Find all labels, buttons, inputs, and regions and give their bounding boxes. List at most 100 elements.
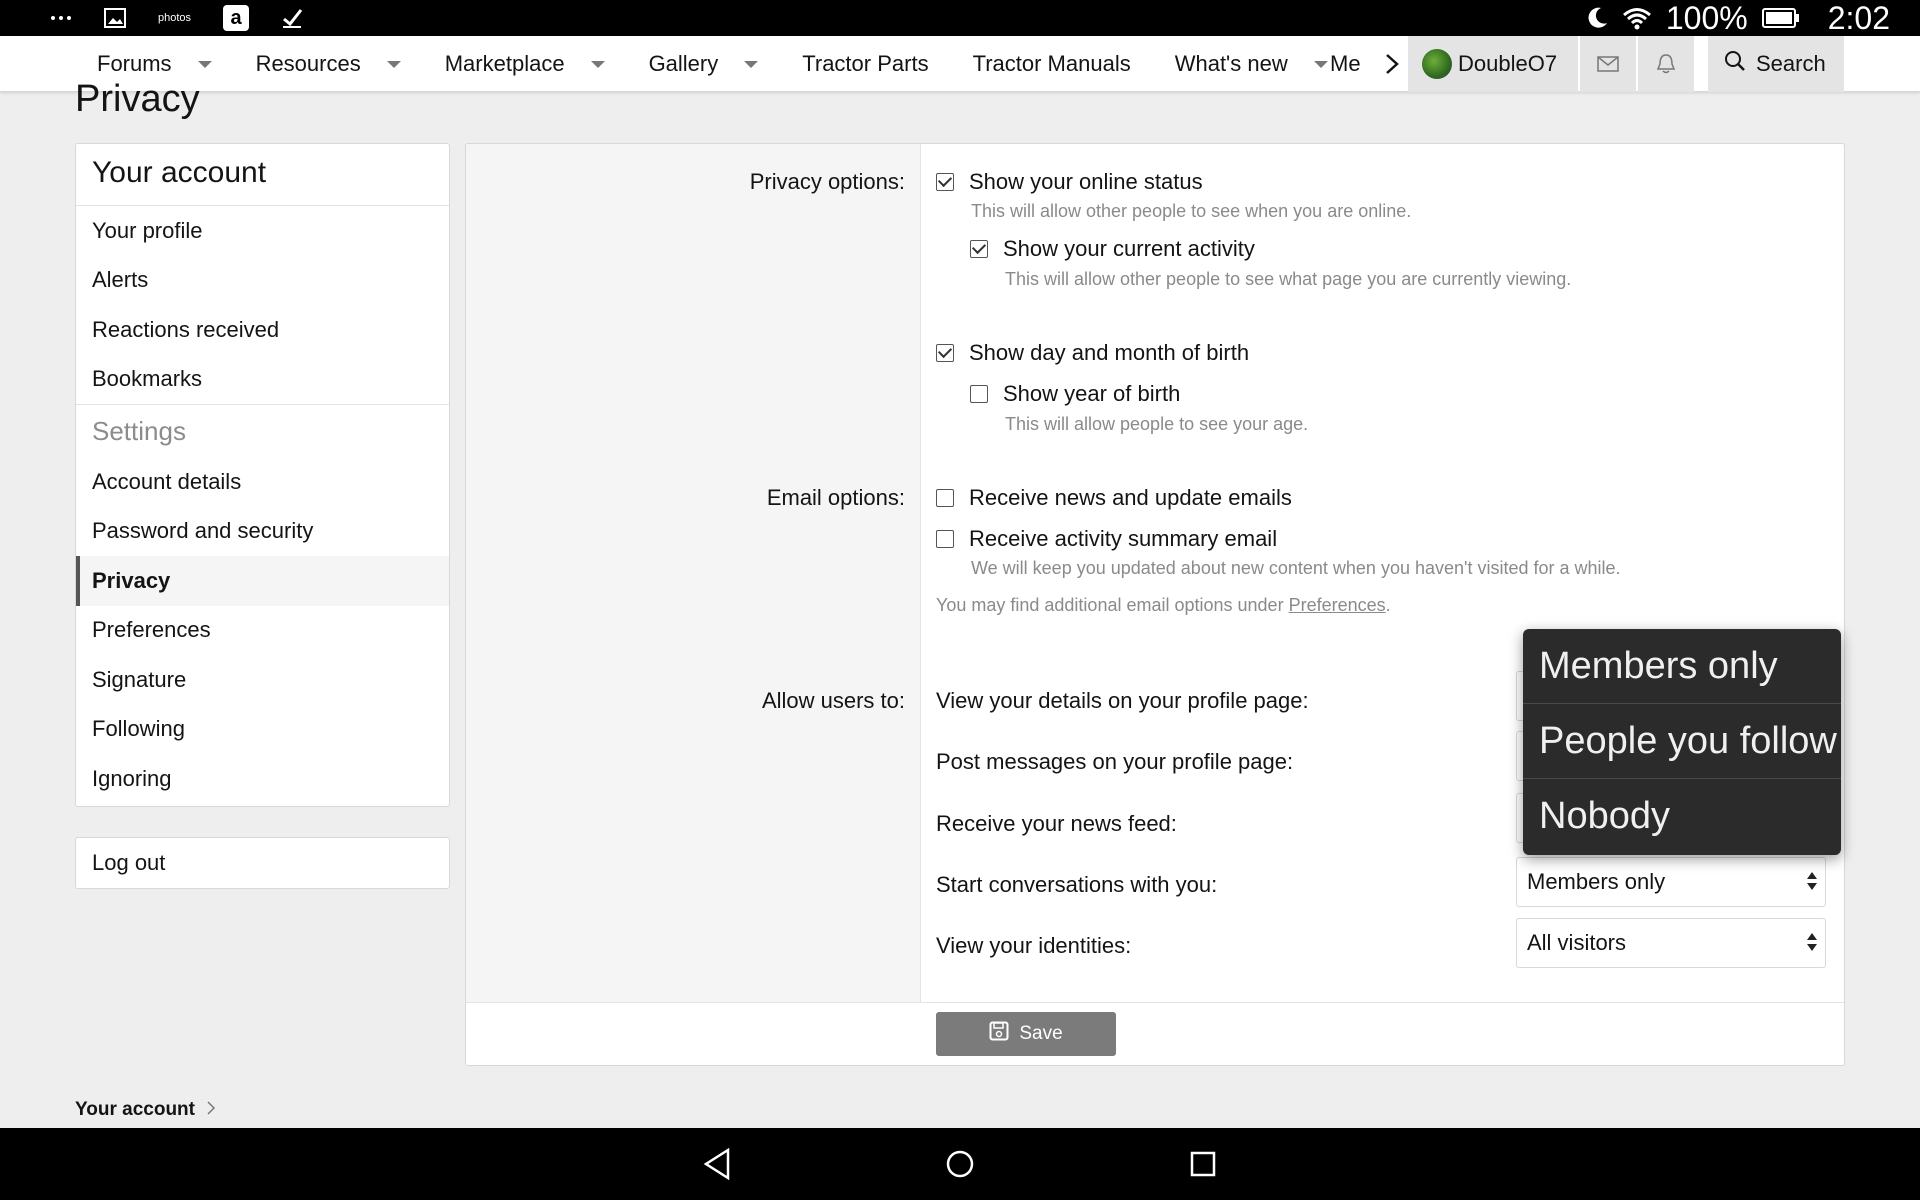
search-button[interactable]: Search bbox=[1708, 36, 1844, 92]
nav-item-label: Tractor Manuals bbox=[972, 51, 1131, 76]
privacy-options-label: Privacy options: bbox=[749, 169, 905, 194]
top-nav: Forums Resources Marketplace Gallery Tractor… bbox=[0, 36, 1920, 92]
save-label: Save bbox=[1019, 1023, 1063, 1044]
caret-down-icon[interactable] bbox=[1313, 60, 1328, 68]
sidebar-item-signature[interactable]: Signature bbox=[76, 655, 449, 705]
search-icon bbox=[1724, 50, 1746, 78]
option-show-online-status[interactable]: Show your online status bbox=[936, 169, 1203, 195]
photos-icon: photos bbox=[158, 12, 192, 24]
save-icon bbox=[989, 1021, 1009, 1047]
user-menu-button[interactable]: DoubleO7 bbox=[1408, 36, 1578, 92]
checkbox[interactable] bbox=[970, 385, 988, 403]
sidebar-item-privacy[interactable]: Privacy bbox=[76, 556, 449, 606]
search-label: Search bbox=[1756, 51, 1826, 76]
sidebar-item-reactions-received[interactable]: Reactions received bbox=[76, 305, 449, 355]
option-hint: This will allow people to see your age. bbox=[1005, 414, 1309, 434]
sidebar-item-ignoring[interactable]: Ignoring bbox=[76, 754, 449, 804]
option-activity-summary-email[interactable]: Receive activity summary email bbox=[936, 526, 1277, 552]
allow-users-label: Allow users to: bbox=[761, 688, 905, 713]
sidebar-item-bookmarks[interactable]: Bookmarks bbox=[76, 355, 449, 405]
nav-item-label: Resources bbox=[255, 51, 361, 76]
sidebar-item-following[interactable]: Following bbox=[76, 705, 449, 755]
home-icon[interactable] bbox=[942, 1146, 978, 1182]
select-view-identities[interactable]: All visitors bbox=[1516, 918, 1826, 968]
allow-row-label: Start conversations with you: bbox=[936, 872, 1218, 897]
check-icon bbox=[281, 7, 303, 29]
nav-items: Forums Resources Marketplace Gallery Tractor… bbox=[97, 36, 1372, 92]
battery-percent: 100% bbox=[1665, 0, 1748, 36]
form-footer: Save bbox=[466, 1002, 1844, 1065]
select-value: All visitors bbox=[1527, 930, 1627, 955]
select-start-conversations[interactable]: Members only bbox=[1516, 857, 1826, 907]
dropdown-option-people-you-follow[interactable]: People you follow bbox=[1523, 704, 1841, 779]
page-title: Privacy bbox=[75, 78, 200, 120]
nav-item-tractor-manuals[interactable]: Tractor Manuals bbox=[973, 36, 1131, 92]
wifi-icon bbox=[1622, 6, 1652, 30]
option-show-year-birth[interactable]: Show year of birth bbox=[970, 381, 1180, 407]
nav-more-item[interactable]: Me bbox=[1330, 36, 1370, 92]
option-label: Receive activity summary email bbox=[969, 526, 1278, 551]
checkbox[interactable] bbox=[970, 240, 988, 258]
recents-icon[interactable] bbox=[1185, 1146, 1221, 1182]
mail-icon[interactable] bbox=[1580, 36, 1636, 92]
sidebar-settings-header: Settings bbox=[76, 404, 449, 457]
option-hint: This will allow other people to see when… bbox=[971, 201, 1412, 221]
nav-item-tractor-parts[interactable]: Tractor Parts bbox=[802, 36, 928, 92]
bell-icon[interactable] bbox=[1638, 36, 1694, 92]
checkbox[interactable] bbox=[936, 173, 954, 191]
amazon-icon: a bbox=[223, 5, 250, 31]
option-news-emails[interactable]: Receive news and update emails bbox=[936, 485, 1292, 511]
checkbox[interactable] bbox=[936, 489, 954, 507]
back-icon[interactable] bbox=[700, 1146, 736, 1182]
checkbox[interactable] bbox=[936, 530, 954, 548]
sidebar-item-preferences[interactable]: Preferences bbox=[76, 606, 449, 656]
option-label: Show year of birth bbox=[1003, 381, 1181, 406]
preferences-link[interactable]: Preferences bbox=[1289, 595, 1386, 615]
status-bar: photos a 100% 2:02 bbox=[0, 0, 1920, 36]
caret-down-icon[interactable] bbox=[197, 60, 212, 68]
caret-down-icon[interactable] bbox=[386, 60, 401, 68]
option-show-day-month-birth[interactable]: Show day and month of birth bbox=[936, 340, 1249, 366]
logout-link[interactable]: Log out bbox=[75, 837, 450, 889]
email-note-suffix: . bbox=[1385, 595, 1391, 615]
account-sidebar: Your account Your profile Alerts Reactions… bbox=[75, 143, 450, 807]
nav-scroll-right-icon[interactable] bbox=[1378, 36, 1406, 92]
breadcrumb[interactable]: Your account bbox=[75, 1099, 216, 1121]
option-show-current-activity[interactable]: Show your current activity bbox=[970, 236, 1255, 262]
gallery-icon bbox=[104, 8, 126, 28]
android-nav-bar bbox=[0, 1128, 1920, 1200]
caret-down-icon[interactable] bbox=[590, 60, 605, 68]
sidebar-item-alerts[interactable]: Alerts bbox=[76, 256, 449, 306]
caret-down-icon[interactable] bbox=[744, 60, 759, 68]
allow-row-label: Post messages on your profile page: bbox=[936, 749, 1294, 774]
nav-item-marketplace[interactable]: Marketplace bbox=[445, 36, 605, 92]
nav-item-gallery[interactable]: Gallery bbox=[649, 36, 759, 92]
sidebar-item-password-and-security[interactable]: Password and security bbox=[76, 507, 449, 557]
username: DoubleO7 bbox=[1458, 51, 1558, 76]
sidebar-header: Your account bbox=[76, 144, 449, 206]
nav-item-label: Forums bbox=[97, 51, 172, 76]
email-options-label: Email options: bbox=[766, 485, 905, 510]
form-label-column bbox=[466, 144, 921, 1002]
privacy-dropdown-popup: Members only People you follow Nobody bbox=[1523, 629, 1841, 855]
more-icon bbox=[50, 15, 72, 21]
nav-item-label: Gallery bbox=[648, 51, 719, 76]
allow-row-label: View your details on your profile page: bbox=[936, 688, 1309, 713]
sidebar-item-your-profile[interactable]: Your profile bbox=[76, 206, 449, 256]
battery-icon bbox=[1761, 7, 1800, 29]
sidebar-item-account-details[interactable]: Account details bbox=[76, 457, 449, 507]
select-value: Members only bbox=[1527, 869, 1666, 894]
nav-item-resources[interactable]: Resources bbox=[256, 36, 401, 92]
dropdown-option-nobody[interactable]: Nobody bbox=[1523, 779, 1841, 854]
dropdown-option-members-only[interactable]: Members only bbox=[1523, 629, 1841, 704]
save-button[interactable]: Save bbox=[936, 1012, 1116, 1056]
nav-item-label: What's new bbox=[1174, 51, 1288, 76]
nav-item-what-s-new[interactable]: What's new bbox=[1175, 36, 1328, 92]
chevron-right-icon bbox=[207, 1099, 216, 1121]
option-label: Show your current activity bbox=[1003, 236, 1255, 261]
moon-icon bbox=[1586, 6, 1608, 30]
nav-item-label: Marketplace bbox=[444, 51, 565, 76]
checkbox[interactable] bbox=[936, 344, 954, 362]
avatar bbox=[1422, 49, 1452, 79]
breadcrumb-item[interactable]: Your account bbox=[75, 1099, 195, 1121]
